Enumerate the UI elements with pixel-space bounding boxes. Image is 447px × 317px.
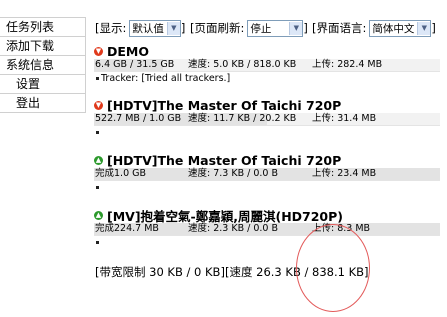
- sidebar-item-settings[interactable]: 设置: [0, 75, 86, 94]
- arrow-down-icon[interactable]: ▼: [94, 100, 103, 110]
- refresh-label: [页面刷新:: [190, 21, 245, 35]
- torrent-detail: [94, 126, 440, 139]
- torrent-detail: Tracker: [Tried all trackers.]: [94, 72, 440, 85]
- display-label-close: ]: [180, 21, 186, 35]
- sidebar-item-system-info[interactable]: 系统信息: [0, 56, 86, 75]
- torrent-upload: 上传: 282.4 MB: [312, 59, 383, 70]
- torrent-name[interactable]: [HDTV]The Master Of Taichi 720P: [107, 98, 341, 113]
- torrent-size: 完成224.7 MB: [95, 223, 159, 234]
- arrow-up-icon[interactable]: ▲: [94, 210, 103, 220]
- sidebar-item-logout[interactable]: 登出: [0, 94, 86, 113]
- torrent-name[interactable]: [HDTV]The Master Of Taichi 720P: [107, 153, 341, 168]
- torrent-upload: 上传: 8.3 MB: [312, 223, 371, 234]
- torrent-item: ▼ DEMO 6.4 GB / 31.5 GB 速度: 5.0 KB / 818…: [94, 43, 440, 85]
- arrow-down-icon[interactable]: ▼: [94, 46, 103, 56]
- torrent-upload: 上传: 31.4 MB: [312, 113, 377, 124]
- torrent-speed: 速度: 5.0 KB / 818.0 KB: [188, 59, 297, 70]
- tracker-status: Tracker: [Tried all trackers.]: [101, 73, 231, 84]
- bullet-icon: [96, 241, 99, 244]
- language-select[interactable]: 简体中文 ▼: [369, 19, 432, 37]
- refresh-control: [页面刷新: 停止 ▼ ]: [190, 19, 308, 37]
- progress-bar: 522.7 MB / 1.0 GB 速度: 11.7 KB / 20.2 KB …: [94, 113, 440, 126]
- torrent-item: ▲ [MV]抱着空氣-鄭嘉穎,周麗淇(HD720P) 完成224.7 MB 速度…: [94, 207, 440, 249]
- display-select-value: 默认值: [132, 22, 164, 35]
- torrent-speed: 速度: 2.3 KB / 0.0 B: [188, 223, 278, 234]
- arrow-up-icon[interactable]: ▲: [94, 155, 103, 165]
- language-select-value: 简体中文: [372, 22, 415, 35]
- torrent-item: ▼ [HDTV]The Master Of Taichi 720P 522.7 …: [94, 97, 440, 139]
- chevron-down-icon: ▼: [166, 21, 180, 35]
- display-select[interactable]: 默认值 ▼: [129, 19, 181, 37]
- bullet-icon: [96, 77, 99, 80]
- progress-bar: 完成1.0 GB 速度: 7.3 KB / 0.0 B 上传: 23.4 MB: [94, 168, 440, 181]
- language-label-close: ]: [431, 21, 436, 35]
- display-control: [显示: 默认值 ▼ ]: [95, 19, 185, 37]
- language-control: [界面语言: 简体中文 ▼ ]: [312, 19, 436, 37]
- refresh-select[interactable]: 停止 ▼: [247, 19, 304, 37]
- bandwidth-limit: [带宽限制 30 KB / 0 KB]: [95, 265, 225, 279]
- progress-bar: 完成224.7 MB 速度: 2.3 KB / 0.0 B 上传: 8.3 MB: [94, 223, 440, 236]
- torrent-detail: [94, 236, 440, 249]
- chevron-down-icon: ▼: [417, 21, 431, 35]
- torrent-detail: [94, 181, 440, 194]
- torrent-item: ▲ [HDTV]The Master Of Taichi 720P 完成1.0 …: [94, 152, 440, 194]
- display-label: [显示:: [95, 21, 127, 35]
- language-label: [界面语言:: [312, 21, 367, 35]
- torrent-name[interactable]: [MV]抱着空氣-鄭嘉穎,周麗淇(HD720P): [107, 206, 343, 225]
- torrent-size: 522.7 MB / 1.0 GB: [95, 113, 182, 124]
- chevron-down-icon: ▼: [289, 21, 303, 35]
- torrent-size: 6.4 GB / 31.5 GB: [95, 59, 175, 70]
- bullet-icon: [96, 131, 99, 134]
- torrent-size: 完成1.0 GB: [95, 168, 147, 179]
- sidebar-item-task-list[interactable]: 任务列表: [0, 17, 86, 37]
- bullet-icon: [96, 186, 99, 189]
- refresh-label-close: ]: [303, 21, 308, 35]
- progress-bar: 6.4 GB / 31.5 GB 速度: 5.0 KB / 818.0 KB 上…: [94, 59, 440, 72]
- sidebar-item-add-download[interactable]: 添加下载: [0, 37, 86, 56]
- total-speed: [速度 26.3 KB / 838.1 KB]: [225, 265, 369, 279]
- refresh-select-value: 停止: [250, 22, 272, 35]
- torrent-upload: 上传: 23.4 MB: [312, 168, 377, 179]
- torrent-name[interactable]: DEMO: [107, 44, 149, 59]
- torrent-speed: 速度: 7.3 KB / 0.0 B: [188, 168, 278, 179]
- sidebar: 任务列表 添加下载 系统信息 设置 登出: [0, 17, 86, 113]
- torrent-speed: 速度: 11.7 KB / 20.2 KB: [188, 113, 297, 124]
